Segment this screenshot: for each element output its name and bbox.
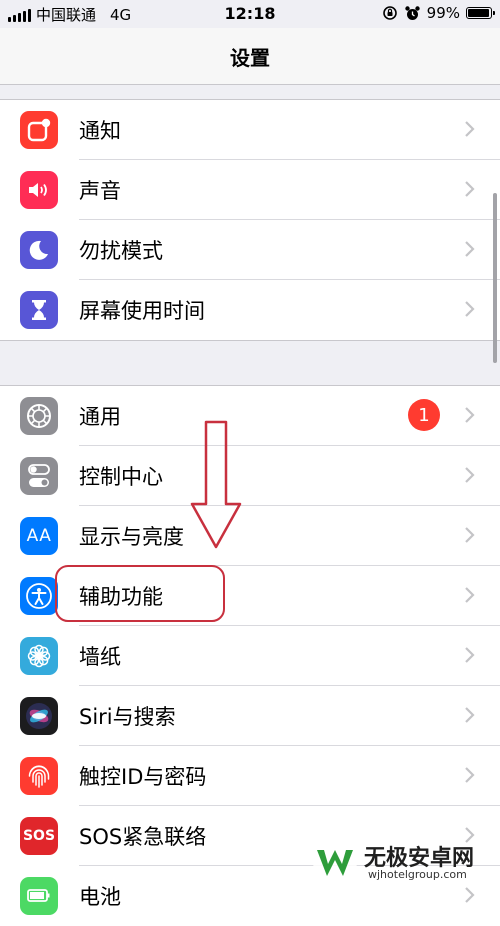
status-bar: 中国联通 4G 12:18 99%	[0, 0, 500, 28]
orientation-lock-icon	[382, 6, 397, 20]
siri-icon	[20, 697, 58, 735]
settings-row-label: 通用	[79, 405, 121, 429]
sos-icon: SOS	[20, 817, 58, 855]
toggles-icon	[20, 457, 58, 495]
scroll-indicator	[493, 193, 497, 363]
watermark-url: wjhotelgroup.com	[368, 868, 467, 881]
settings-group-1: 通知 声音 勿扰模式 屏幕使用时间	[0, 99, 500, 341]
flower-icon	[20, 637, 58, 675]
settings-row-label: 勿扰模式	[79, 239, 163, 263]
settings-row-label: Siri与搜索	[79, 705, 176, 729]
settings-row-label: 通知	[79, 119, 121, 143]
moon-icon	[20, 231, 58, 269]
battery-icon	[20, 877, 58, 915]
settings-row-label: 电池	[79, 885, 121, 909]
down-arrow-annotation	[190, 420, 242, 549]
settings-row-siri-search[interactable]: Siri与搜索	[0, 686, 500, 746]
fingerprint-icon	[20, 757, 58, 795]
notifications-icon	[20, 111, 58, 149]
settings-row-label: SOS紧急联络	[79, 825, 207, 849]
watermark-logo-icon	[313, 840, 357, 884]
settings-row-sounds[interactable]: 声音	[0, 160, 500, 220]
settings-row-do-not-disturb[interactable]: 勿扰模式	[0, 220, 500, 280]
settings-row-wallpaper[interactable]: 墙纸	[0, 626, 500, 686]
settings-row-label: 屏幕使用时间	[79, 299, 205, 323]
sounds-icon	[20, 171, 58, 209]
settings-row-label: 声音	[79, 179, 121, 203]
alarm-icon	[404, 5, 420, 20]
accessibility-icon	[20, 577, 58, 615]
notification-badge: 1	[408, 399, 440, 431]
settings-row-screen-time[interactable]: 屏幕使用时间	[0, 280, 500, 340]
settings-row-label: 控制中心	[79, 465, 163, 489]
hourglass-icon	[20, 291, 58, 329]
chevron-right-icon	[465, 241, 475, 257]
chevron-right-icon	[465, 121, 475, 137]
settings-row-control-center[interactable]: 控制中心	[0, 446, 500, 506]
chevron-right-icon	[465, 407, 475, 423]
gear-icon	[20, 397, 58, 435]
settings-row-touch-id-passcode[interactable]: 触控ID与密码	[0, 746, 500, 806]
battery-percent: 99%	[426, 4, 460, 22]
settings-row-display-brightness[interactable]: AA 显示与亮度	[0, 506, 500, 566]
page-title: 设置	[230, 46, 270, 70]
chevron-right-icon	[465, 301, 475, 317]
highlight-box-annotation	[55, 565, 225, 622]
chevron-right-icon	[465, 467, 475, 483]
navigation-bar: 设置	[0, 28, 500, 85]
chevron-right-icon	[465, 767, 475, 783]
chevron-right-icon	[465, 647, 475, 663]
aa-icon: AA	[20, 517, 58, 555]
chevron-right-icon	[465, 181, 475, 197]
settings-row-general[interactable]: 通用 1	[0, 386, 500, 446]
settings-row-label: 触控ID与密码	[79, 765, 207, 789]
battery-icon	[466, 7, 495, 19]
watermark: 无极安卓网 wjhotelgroup.com	[310, 838, 495, 886]
chevron-right-icon	[465, 527, 475, 543]
settings-row-notifications[interactable]: 通知	[0, 100, 500, 160]
chevron-right-icon	[465, 587, 475, 603]
settings-row-label: 墙纸	[79, 645, 121, 669]
chevron-right-icon	[465, 707, 475, 723]
settings-row-label: 显示与亮度	[79, 525, 184, 549]
